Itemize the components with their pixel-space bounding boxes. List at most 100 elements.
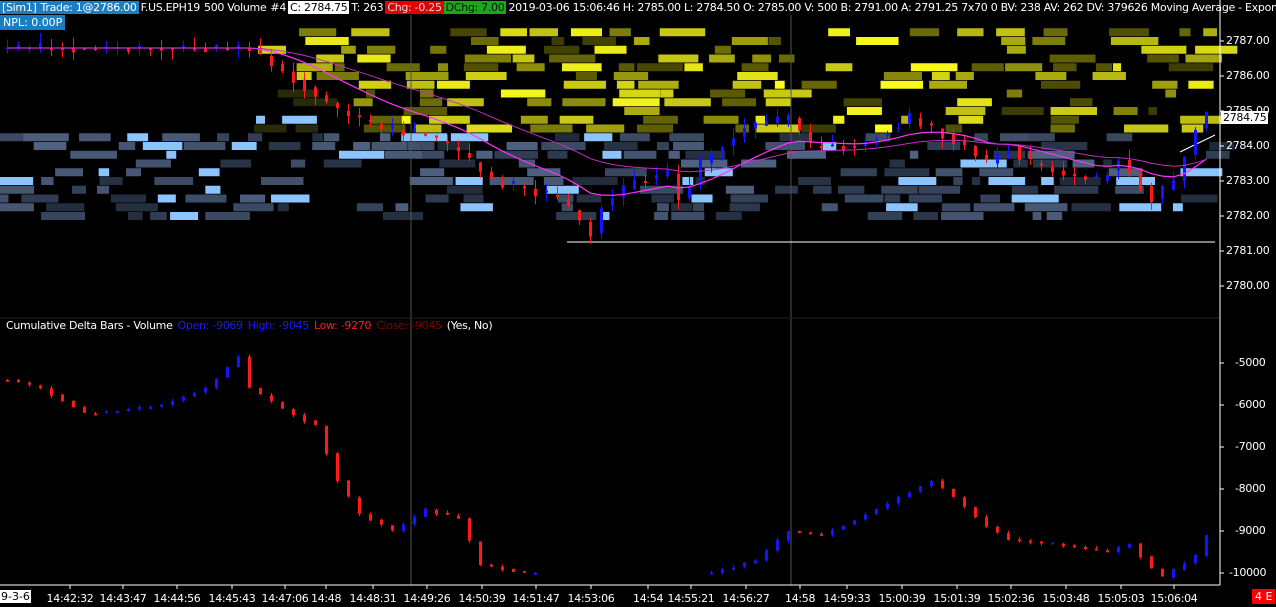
heatmap-cell (582, 37, 616, 45)
price-bar (336, 103, 339, 108)
heatmap-cell (429, 115, 470, 124)
delta-bar (1029, 540, 1032, 543)
heatmap-cell (765, 142, 806, 150)
heatmap-cell (166, 150, 177, 159)
heatmap-cell (1069, 98, 1093, 107)
heatmap-cell (395, 203, 409, 212)
status-badge[interactable]: 4 E (1252, 589, 1276, 604)
delta-bar (809, 532, 812, 535)
heatmap-cell (240, 194, 266, 203)
delta-bar (1040, 541, 1043, 544)
heatmap-cell (341, 45, 356, 54)
price-bar (292, 71, 295, 83)
price-bar (1172, 180, 1175, 190)
delta-bar (1051, 542, 1054, 545)
price-bar (314, 87, 317, 97)
heatmap-cell (33, 142, 67, 150)
price-bar (1194, 129, 1197, 155)
heatmap-cell (1041, 177, 1054, 185)
heatmap-cell (1172, 203, 1183, 212)
delta-bar (193, 393, 196, 397)
heatmap-cell (384, 150, 423, 159)
close-value: C: 2784.75 (288, 1, 350, 14)
heatmap-cell (594, 45, 627, 54)
heatmap-cell (489, 177, 534, 185)
price-bar (919, 118, 922, 127)
time-axis-label: 15:01:39 (933, 592, 981, 605)
heatmap-cell (602, 150, 622, 159)
subgraph-flags: (Yes, No) (446, 319, 493, 332)
price-bar (611, 198, 614, 206)
price-bar (666, 170, 669, 177)
heatmap-cell (604, 142, 638, 150)
heatmap-cell (271, 194, 310, 203)
subgraph-title: Cumulative Delta Bars - Volume (6, 319, 173, 332)
heatmap-cell (867, 212, 903, 220)
heatmap-cell (546, 185, 579, 194)
heatmap-cell (1095, 63, 1112, 72)
heatmap-cell (1113, 107, 1138, 115)
delta-bar (182, 396, 185, 401)
price-bar (589, 221, 592, 237)
heatmap-cell (604, 168, 647, 177)
heatmap-cell (128, 212, 143, 220)
heatmap-cell (671, 212, 705, 220)
heatmap-cell (730, 194, 768, 203)
heatmap-cell (612, 98, 660, 107)
heatmap-cell (170, 212, 199, 220)
heatmap-cell (941, 203, 971, 212)
price-bar (710, 152, 713, 164)
heatmap-cell (586, 124, 625, 133)
heatmap-cell (506, 142, 538, 150)
price-bar (204, 48, 207, 53)
delta-bar (897, 496, 900, 503)
price-axis-label: 2786.00 (1226, 69, 1270, 82)
depth-heatmap (0, 28, 1238, 220)
price-bar (1062, 170, 1065, 176)
chart-canvas[interactable] (0, 0, 1276, 607)
heatmap-cell (72, 185, 86, 194)
heatmap-cell (960, 159, 1007, 168)
heatmap-cell (828, 28, 850, 37)
heatmap-cell (613, 72, 649, 80)
npl-label: NPL: 0.00P (0, 15, 66, 30)
price-bar (677, 174, 680, 200)
heatmap-cell (570, 28, 602, 37)
delta-bar (61, 394, 64, 402)
delta-bars (6, 354, 1208, 580)
heatmap-cell (958, 115, 984, 124)
heatmap-cell (0, 203, 34, 212)
heatmap-cell (575, 72, 597, 80)
delta-bar (468, 518, 471, 541)
heatmap-cell (41, 177, 54, 185)
heatmap-cell (731, 37, 768, 45)
delta-bar (534, 572, 537, 575)
delta-bar (1205, 535, 1208, 557)
price-bar (776, 116, 779, 124)
heatmap-cell (520, 115, 548, 124)
heatmap-cell (562, 63, 602, 72)
heatmap-cell (1011, 194, 1059, 203)
heatmap-cell (1148, 107, 1157, 115)
heatmap-cell (316, 54, 344, 63)
heatmap-cell (70, 150, 117, 159)
heatmap-cell (205, 185, 221, 194)
heatmap-cell (150, 212, 167, 220)
heatmap-cell (1011, 185, 1039, 194)
heatmap-cell (636, 63, 683, 72)
price-bar (1073, 174, 1076, 176)
bar-type-label: 500 Volume (204, 1, 267, 14)
delta-axis-label: -10000 (1229, 566, 1267, 579)
heatmap-cell (460, 203, 493, 212)
heatmap-cell (1033, 159, 1068, 168)
heatmap-cell (1165, 89, 1177, 98)
heatmap-cell (1141, 45, 1187, 54)
price-bar (325, 95, 328, 102)
heatmap-cell (353, 98, 373, 107)
heatmap-cell (1168, 63, 1214, 72)
heatmap-cell (450, 28, 487, 37)
heatmap-cell (1108, 168, 1143, 177)
heatmap-cell (703, 115, 739, 124)
price-bar (897, 127, 900, 130)
heatmap-cell (725, 185, 754, 194)
